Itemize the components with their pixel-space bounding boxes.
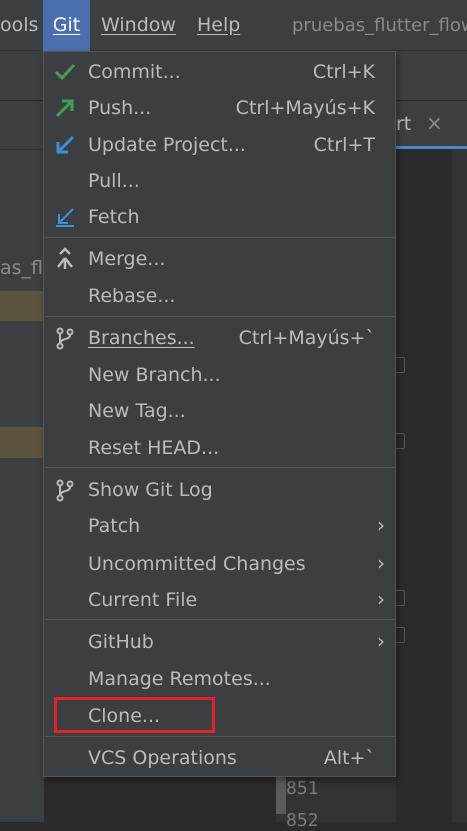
menu-item-label: Fetch — [88, 206, 140, 228]
menu-item-fetch[interactable]: Fetch — [44, 199, 395, 235]
update-arrow-icon — [56, 135, 75, 154]
close-icon[interactable]: × — [426, 111, 443, 135]
fetch-icon — [56, 208, 74, 227]
menu-item-shortcut: Ctrl+T — [313, 134, 375, 156]
git-dropdown-menu: Commit... Ctrl+K Push... Ctrl+Mayús+K Up… — [43, 51, 396, 777]
menu-item-label: VCS Operations — [88, 747, 237, 769]
menu-help[interactable]: Help — [197, 0, 240, 51]
editor-gutter: 851 852 — [276, 770, 396, 831]
menu-item-label: Current File — [88, 589, 198, 611]
menu-item-label: Manage Remotes... — [88, 668, 271, 690]
push-arrow-icon — [55, 99, 74, 118]
menu-item-pull[interactable]: Pull... — [44, 163, 395, 199]
window-title: pruebas_flutter_flow — [292, 15, 467, 36]
menu-tools[interactable]: ools — [0, 0, 38, 51]
menu-item-label: Push... — [88, 97, 152, 119]
menu-item-label: Show Git Log — [88, 479, 213, 501]
branches-label: Branches... — [88, 327, 195, 349]
menu-item-label: New Branch... — [88, 364, 221, 386]
menu-item-github[interactable]: GitHub › — [44, 624, 395, 660]
menu-item-label: Uncommitted Changes — [88, 553, 306, 575]
menu-separator — [45, 316, 396, 317]
menu-item-shortcut: Alt+` — [323, 747, 375, 769]
branch-icon — [56, 327, 74, 350]
menu-item-label: Commit... — [88, 61, 181, 83]
menu-separator — [45, 736, 396, 737]
editor-scroll-strip[interactable] — [452, 149, 467, 822]
menu-item-label: Merge... — [88, 248, 166, 270]
menu-item-merge[interactable]: Merge... — [44, 241, 395, 277]
menu-item-label: Patch — [88, 515, 141, 537]
editor-tab-bar: rt × — [396, 101, 467, 150]
project-panel-header — [0, 101, 44, 150]
menu-help-label: Help — [197, 14, 241, 36]
menu-window-label: Window — [101, 14, 176, 36]
menu-item-update-project[interactable]: Update Project... Ctrl+T — [44, 127, 395, 163]
chevron-right-icon: › — [377, 629, 385, 653]
menu-item-label: Rebase... — [88, 285, 176, 307]
menu-item-label: GitHub — [88, 631, 154, 653]
menu-item-uncommitted-changes[interactable]: Uncommitted Changes › — [44, 546, 395, 582]
menu-item-new-branch[interactable]: New Branch... — [44, 357, 395, 393]
editor-tab-label[interactable]: rt — [396, 113, 411, 135]
clone-highlight-box — [54, 697, 215, 733]
line-number: 851 — [286, 778, 319, 799]
merge-icon — [57, 247, 73, 269]
project-tree-selected-row[interactable] — [0, 291, 44, 321]
chevron-right-icon: › — [377, 587, 385, 611]
check-icon — [54, 63, 76, 81]
menu-item-manage-remotes[interactable]: Manage Remotes... — [44, 661, 395, 697]
git-log-icon — [56, 479, 74, 502]
menu-item-patch[interactable]: Patch › — [44, 508, 395, 544]
menu-item-push[interactable]: Push... Ctrl+Mayús+K — [44, 90, 395, 126]
menu-item-new-tag[interactable]: New Tag... — [44, 393, 395, 429]
menu-separator — [45, 237, 396, 238]
menu-separator — [45, 619, 396, 620]
menu-item-reset-head[interactable]: Reset HEAD... — [44, 430, 395, 466]
menu-item-label: Update Project... — [88, 134, 246, 156]
main-menubar: ools Git Window Help pruebas_flutter_flo… — [0, 0, 467, 51]
menu-item-label: New Tag... — [88, 400, 186, 422]
menu-item-label: Reset HEAD... — [88, 437, 220, 459]
line-number: 852 — [286, 810, 319, 831]
chevron-right-icon: › — [377, 551, 385, 575]
menu-item-rebase[interactable]: Rebase... — [44, 278, 395, 314]
menu-item-shortcut: Ctrl+Mayús+K — [235, 97, 375, 119]
project-tree-highlight-row[interactable] — [0, 427, 44, 458]
menu-item-shortcut: Ctrl+Mayús+` — [238, 327, 375, 349]
menu-git-label: Git — [52, 14, 81, 36]
menu-item-vcs-operations[interactable]: VCS Operations Alt+` — [44, 740, 395, 776]
project-panel: as_flu — [0, 101, 55, 822]
menu-item-label: Pull... — [88, 170, 140, 192]
menu-item-shortcut: Ctrl+K — [312, 61, 375, 83]
menu-item-show-git-log[interactable]: Show Git Log — [44, 472, 395, 508]
menu-item-label: Branches... — [88, 320, 195, 356]
editor-area[interactable] — [396, 149, 467, 822]
menu-item-current-file[interactable]: Current File › — [44, 582, 395, 618]
menu-git[interactable]: Git — [43, 0, 90, 51]
menu-item-commit[interactable]: Commit... Ctrl+K — [44, 54, 395, 90]
menu-item-branches[interactable]: Branches... Ctrl+Mayús+` — [44, 320, 395, 356]
menu-separator — [45, 467, 396, 468]
menu-window[interactable]: Window — [101, 0, 176, 51]
chevron-right-icon: › — [377, 513, 385, 537]
